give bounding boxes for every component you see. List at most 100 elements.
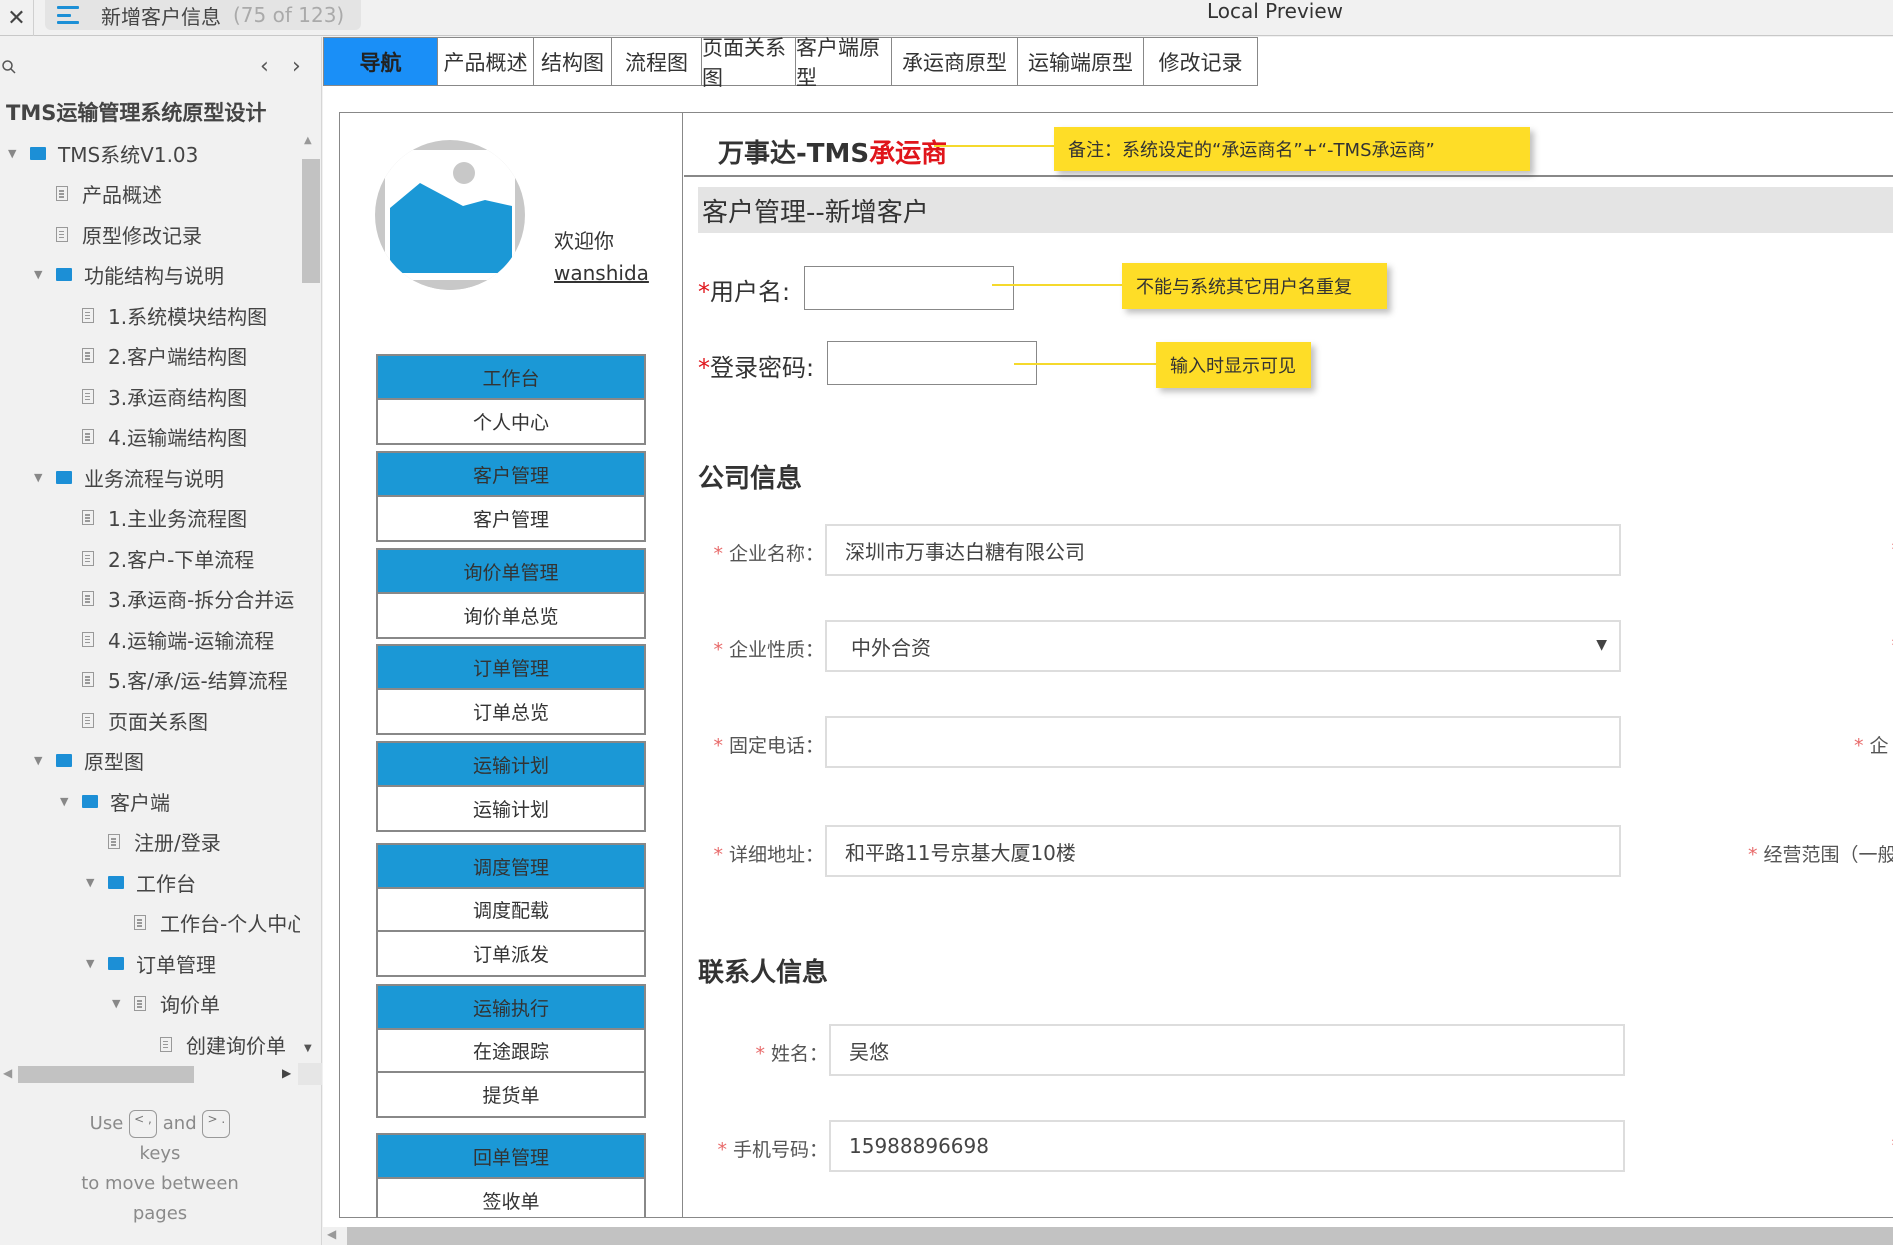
tree-item[interactable]: ▼ 客户端 — [60, 781, 300, 821]
tree-item[interactable]: 1.主业务流程图 — [82, 498, 300, 538]
menu-icon[interactable] — [57, 4, 85, 26]
main-horizontal-scrollbar[interactable]: ◀ — [323, 1227, 1893, 1245]
menu-group-header[interactable]: 运输执行 — [378, 986, 644, 1030]
company-name-label: * 企业名称： — [713, 543, 824, 565]
tree-item[interactable]: 注册/登录 — [108, 822, 300, 862]
tree-item[interactable]: 2.客户-下单流程 — [82, 538, 300, 578]
menu-group: 调度管理 调度配载 订单派发 — [376, 843, 646, 977]
page-icon — [56, 186, 68, 201]
hint-text: Use — [89, 1113, 124, 1134]
menu-item[interactable]: 客户管理 — [378, 497, 644, 540]
expand-toggle-icon[interactable]: ▼ — [86, 876, 98, 889]
company-type-select[interactable]: 中外合资 ▼ — [825, 620, 1621, 672]
next-page-button[interactable]: › — [292, 54, 301, 79]
tree-item[interactable]: 1.系统模块结构图 — [82, 295, 300, 335]
prev-page-button[interactable]: ‹ — [260, 54, 269, 79]
tree-item[interactable]: 2.客户端结构图 — [82, 336, 300, 376]
scroll-down-icon[interactable]: ▼ — [304, 1043, 312, 1054]
tree-item[interactable]: 原型修改记录 — [56, 214, 300, 254]
scroll-left-icon[interactable]: ◀ — [327, 1227, 336, 1241]
tree-item[interactable]: 产品概述 — [56, 174, 300, 214]
tree-item[interactable]: 创建询价单 — [160, 1024, 300, 1063]
tree-item[interactable]: 4.运输端-运输流程 — [82, 619, 300, 659]
tree-item-label: 1.系统模块结构图 — [108, 304, 268, 329]
right-field-label: * 企 — [1854, 735, 1889, 757]
contact-name-input[interactable]: 吴悠 — [829, 1024, 1625, 1076]
page-tree: ▼ TMS系统V1.03 产品概述 原型修改记录 ▼ 功能结构与说明 1.系统模块结构图 2.… — [0, 133, 300, 1063]
search-icon[interactable] — [2, 60, 16, 74]
tree-item[interactable]: ▼ 业务流程与说明 — [34, 457, 300, 497]
expand-toggle-icon[interactable]: ▼ — [34, 268, 46, 281]
tab-4[interactable]: 页面关系图 — [701, 36, 795, 90]
note-connector — [1014, 363, 1156, 365]
expand-toggle-icon[interactable]: ▼ — [112, 997, 124, 1010]
tree-item-label: TMS系统V1.03 — [58, 142, 199, 167]
tree-item[interactable]: ▼ 功能结构与说明 — [34, 255, 300, 295]
expand-toggle-icon[interactable]: ▼ — [86, 957, 98, 970]
expand-toggle-icon[interactable]: ▼ — [34, 471, 46, 484]
tab-6[interactable]: 承运商原型 — [891, 38, 1017, 85]
menu-group-header[interactable]: 调度管理 — [378, 845, 644, 889]
menu-item[interactable]: 订单派发 — [378, 932, 644, 975]
menu-group: 回单管理 签收单 — [376, 1133, 646, 1217]
tab-3[interactable]: 流程图 — [611, 38, 701, 85]
tree-item[interactable]: ▼ 询价单 — [112, 984, 300, 1024]
tree-item-label: 页面关系图 — [108, 709, 208, 734]
menu-item[interactable]: 调度配载 — [378, 889, 644, 932]
right-field-label: * — [1881, 1135, 1893, 1157]
page-count: (75 of 123) — [233, 3, 345, 27]
company-phone-input[interactable] — [825, 716, 1621, 768]
tree-item[interactable]: 工作台-个人中心 — [134, 903, 300, 943]
username-input[interactable] — [804, 266, 1014, 310]
tab-0[interactable]: 导航 — [323, 38, 437, 85]
username-link[interactable]: wanshida — [554, 261, 649, 285]
menu-group-header[interactable]: 工作台 — [378, 356, 644, 400]
tree-item[interactable]: 页面关系图 — [82, 700, 300, 740]
scroll-left-icon[interactable]: ◀ — [3, 1066, 12, 1080]
tree-item[interactable]: 5.客/承/运-结算流程 — [82, 660, 300, 700]
scroll-right-icon[interactable]: ▶ — [282, 1066, 291, 1080]
menu-item[interactable]: 签收单 — [378, 1179, 644, 1217]
tree-item[interactable]: ▼ 原型图 — [34, 741, 300, 781]
scroll-thumb[interactable] — [302, 159, 320, 283]
menu-item[interactable]: 个人中心 — [378, 400, 644, 443]
page-selector[interactable]: 新增客户信息 (75 of 123) — [45, 0, 361, 30]
tree-item[interactable]: ▼ TMS系统V1.03 — [8, 133, 300, 173]
menu-group-header[interactable]: 回单管理 — [378, 1135, 644, 1179]
expand-toggle-icon[interactable]: ▼ — [60, 795, 72, 808]
tree-item[interactable]: ▼ 订单管理 — [86, 943, 300, 983]
menu-item[interactable]: 订单总览 — [378, 690, 644, 733]
menu-item[interactable]: 提货单 — [378, 1073, 644, 1116]
menu-item[interactable]: 在途跟踪 — [378, 1030, 644, 1073]
menu-group-header[interactable]: 运输计划 — [378, 743, 644, 787]
password-input[interactable] — [827, 341, 1037, 385]
menu-item[interactable]: 运输计划 — [378, 787, 644, 830]
tree-item[interactable]: 3.承运商结构图 — [82, 376, 300, 416]
page-icon — [82, 550, 94, 566]
tree-vertical-scrollbar[interactable]: ▲ ▼ — [300, 133, 320, 1063]
menu-item[interactable]: 询价单总览 — [378, 594, 644, 637]
tab-7[interactable]: 运输端原型 — [1017, 38, 1143, 85]
contact-mobile-input[interactable]: 15988896698 — [829, 1120, 1625, 1172]
tab-2[interactable]: 结构图 — [533, 38, 611, 85]
tree-horizontal-scrollbar[interactable]: ◀ ▶ — [0, 1063, 322, 1085]
tab-1[interactable]: 产品概述 — [437, 38, 533, 85]
company-address-label: * 详细地址： — [713, 844, 824, 866]
menu-group-header[interactable]: 客户管理 — [378, 453, 644, 497]
expand-toggle-icon[interactable]: ▼ — [34, 754, 46, 767]
tree-item[interactable]: 3.承运商-拆分合并运 — [82, 579, 300, 619]
company-address-input[interactable]: 和平路11号京基大厦10楼 — [825, 825, 1621, 877]
company-name-input[interactable]: 深圳市万事达白糖有限公司 — [825, 524, 1621, 576]
scroll-thumb[interactable] — [347, 1227, 1893, 1245]
tree-item[interactable]: ▼ 工作台 — [86, 862, 300, 902]
menu-group-header[interactable]: 订单管理 — [378, 646, 644, 690]
tab-8[interactable]: 修改记录 — [1143, 38, 1257, 85]
menu-group-header[interactable]: 询价单管理 — [378, 550, 644, 594]
tree-item[interactable]: 4.运输端结构图 — [82, 417, 300, 457]
tab-5[interactable]: 客户端原型 — [795, 36, 891, 90]
scroll-thumb[interactable] — [18, 1066, 194, 1083]
expand-toggle-icon[interactable]: ▼ — [8, 147, 20, 160]
close-button[interactable]: ✕ — [0, 0, 34, 36]
contact-mobile-label: * 手机号码： — [717, 1139, 828, 1161]
scroll-up-icon[interactable]: ▲ — [304, 135, 312, 146]
